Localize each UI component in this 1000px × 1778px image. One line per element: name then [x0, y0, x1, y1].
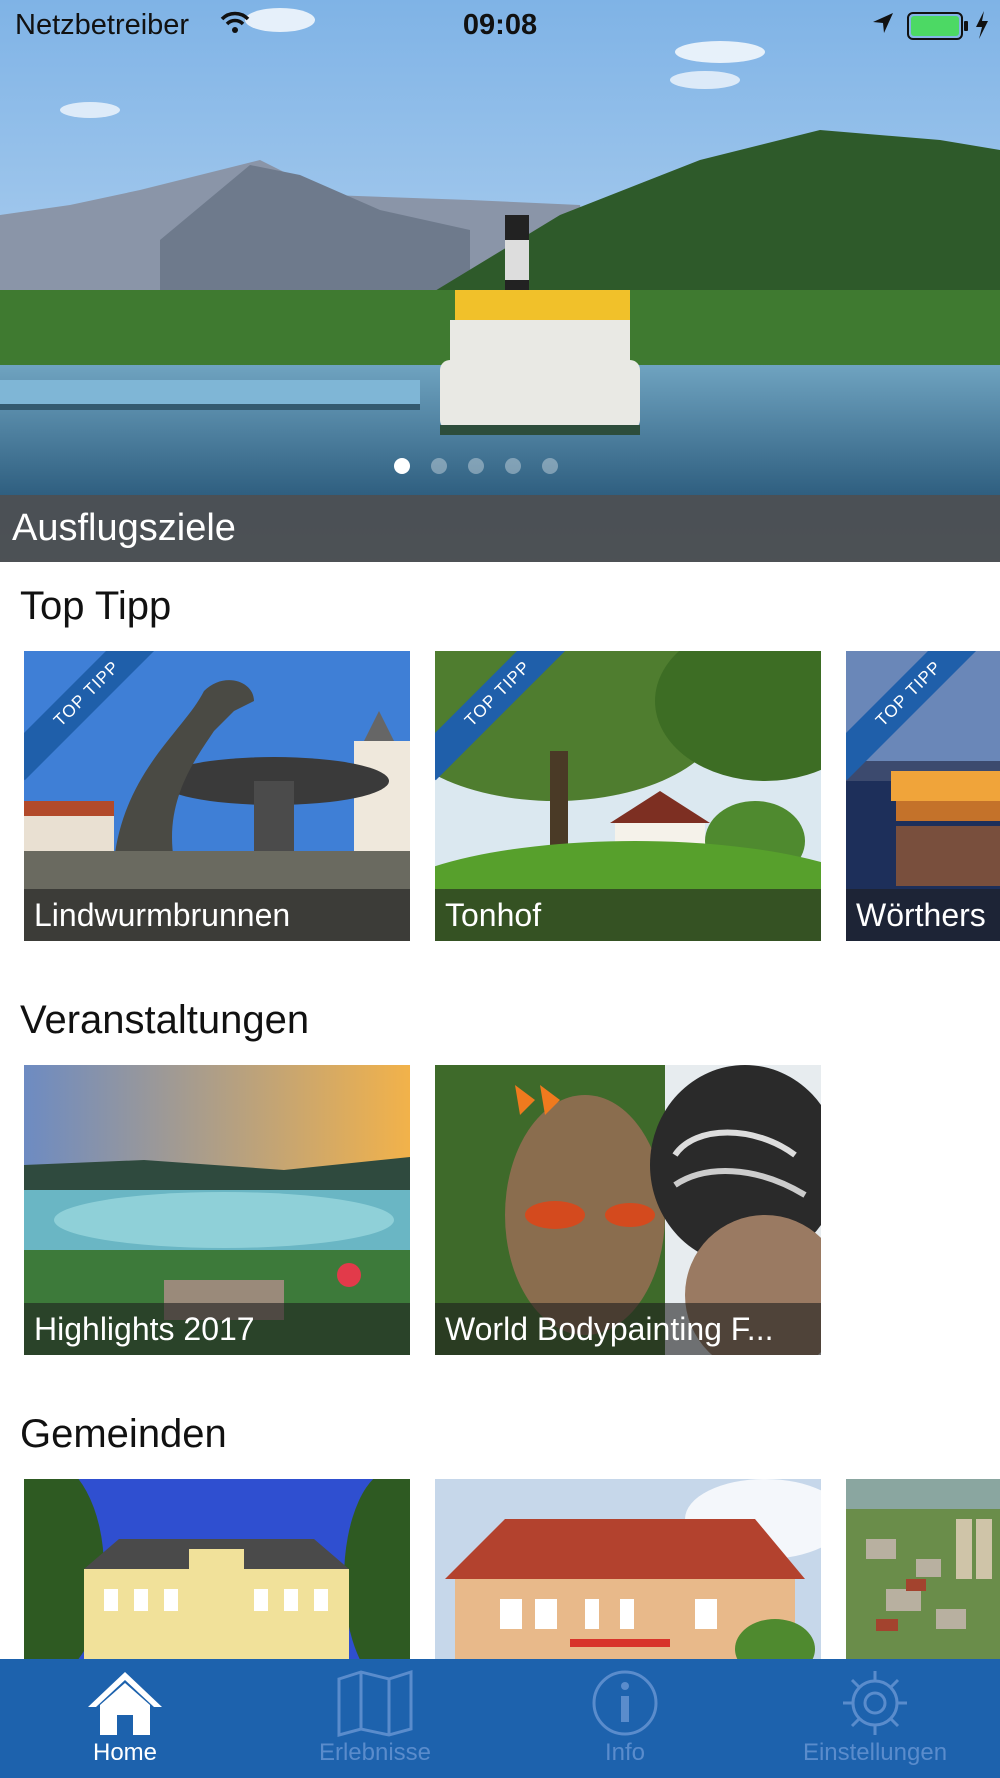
- card-label: Highlights 2017: [24, 1303, 410, 1355]
- gear-icon: [843, 1671, 907, 1735]
- clock: 09:08: [462, 9, 538, 41]
- hero-carousel[interactable]: Netzbetreiber 09:08 Ausflugsziele: [0, 0, 1000, 562]
- hero-title: Ausflugsziele: [12, 507, 236, 549]
- tab-label: Erlebnisse: [318, 1739, 432, 1766]
- card-world-bodypainting[interactable]: World Bodypainting F...: [435, 1065, 821, 1355]
- tab-info[interactable]: Info: [500, 1659, 750, 1778]
- card-woerthersee[interactable]: TOP TIPP Wörthers: [846, 651, 1000, 941]
- page-dot[interactable]: [394, 458, 410, 474]
- card-label: Lindwurmbrunnen: [24, 889, 410, 941]
- tab-bar: Home Erlebnisse Info Einstellungen: [0, 1659, 1000, 1778]
- page-dot[interactable]: [542, 458, 558, 474]
- page-indicator[interactable]: [394, 458, 558, 474]
- card-gemeinde-schloss[interactable]: [24, 1479, 410, 1659]
- card-highlights-2017[interactable]: Highlights 2017: [24, 1065, 410, 1355]
- home-icon: [88, 1672, 162, 1735]
- card-image: [24, 1479, 410, 1659]
- map-icon: [337, 1669, 413, 1737]
- status-bar: Netzbetreiber 09:08: [0, 0, 1000, 50]
- section-title-gemeinden: Gemeinden: [20, 1412, 227, 1456]
- card-gemeinde-rathaus[interactable]: [435, 1479, 821, 1659]
- card-lindwurmbrunnen[interactable]: TOP TIPP Lindwurmbrunnen: [24, 651, 410, 941]
- hero-caption: Ausflugsziele: [0, 495, 1000, 562]
- location-arrow-icon: [873, 13, 893, 33]
- tab-label: Info: [604, 1739, 646, 1766]
- charging-bolt-icon: [976, 11, 988, 39]
- page-dot[interactable]: [468, 458, 484, 474]
- tab-label: Einstellungen: [802, 1739, 948, 1766]
- card-label: Wörthers: [846, 889, 1000, 941]
- tab-label: Home: [92, 1739, 158, 1766]
- hero-image: [0, 0, 1000, 562]
- card-tonhof[interactable]: TOP TIPP Tonhof: [435, 651, 821, 941]
- card-gemeinde-ort[interactable]: [846, 1479, 1000, 1659]
- card-image: [435, 1479, 821, 1659]
- card-label: Tonhof: [435, 889, 821, 941]
- card-image: [846, 1479, 1000, 1659]
- page-dot[interactable]: [431, 458, 447, 474]
- section-title-top-tipp: Top Tipp: [20, 584, 172, 628]
- tab-erlebnisse[interactable]: Erlebnisse: [250, 1659, 500, 1778]
- page-dot[interactable]: [505, 458, 521, 474]
- tab-home[interactable]: Home: [0, 1659, 250, 1778]
- battery-icon: [907, 12, 968, 40]
- card-label: World Bodypainting F...: [435, 1303, 821, 1355]
- info-icon: [592, 1670, 658, 1736]
- tab-einstellungen[interactable]: Einstellungen: [750, 1659, 1000, 1778]
- section-title-veranstaltungen: Veranstaltungen: [20, 998, 310, 1042]
